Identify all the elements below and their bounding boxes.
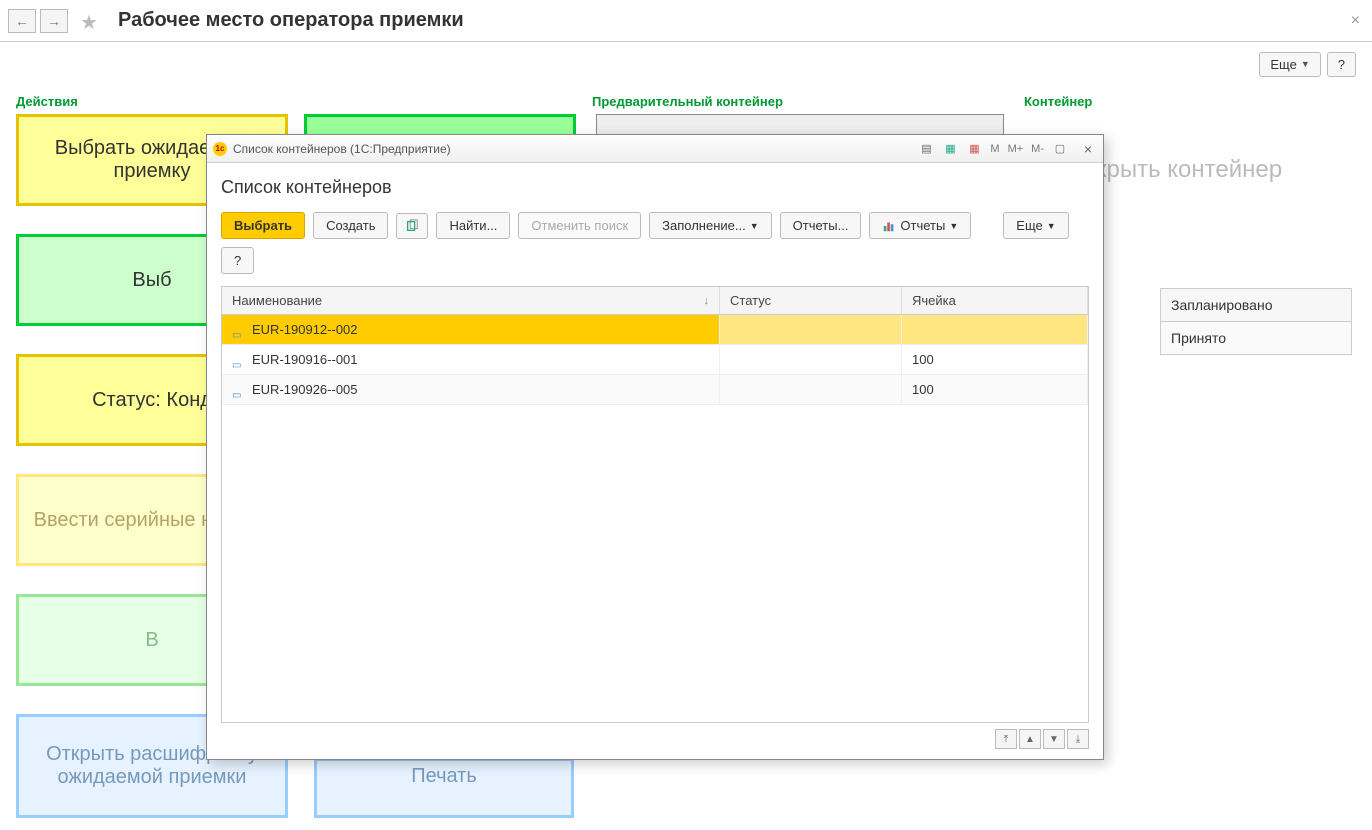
doc-icon[interactable]: ▤ — [917, 140, 935, 158]
table-row[interactable]: EUR-190926--005 100 — [222, 375, 1088, 405]
cell-name: EUR-190916--001 — [252, 352, 358, 367]
precontainer-input[interactable] — [596, 114, 1004, 136]
caret-down-icon: ▼ — [750, 221, 759, 231]
top-bar: ← → ★ Рабочее место оператора приемки × — [0, 0, 1372, 42]
col-container-header: Контейнер — [1024, 94, 1092, 109]
col-actions-header: Действия — [16, 94, 78, 109]
dialog-heading: Список контейнеров — [221, 177, 1089, 198]
tile-label: Печать — [411, 765, 477, 788]
dialog-title-text: Список контейнеров (1С:Предприятие) — [233, 142, 451, 156]
dialog-more-button[interactable]: Еще ▼ — [1003, 212, 1068, 239]
caret-down-icon: ▼ — [1301, 59, 1310, 69]
1c-logo-icon: 1c — [213, 142, 227, 156]
rt-planned: Запланировано — [1161, 289, 1351, 322]
th-status-label: Статус — [730, 293, 771, 308]
cell-name: EUR-190926--005 — [252, 382, 358, 397]
scroll-up-button[interactable]: ▲ — [1019, 729, 1041, 749]
calendar31-icon[interactable]: ▦ — [965, 140, 983, 158]
reports2-button-label: Отчеты — [900, 218, 945, 233]
fill-button[interactable]: Заполнение... ▼ — [649, 212, 772, 239]
caret-down-icon: ▼ — [1047, 221, 1056, 231]
calendar-icon[interactable]: ▦ — [941, 140, 959, 158]
more-button[interactable]: Еще ▼ — [1259, 52, 1320, 77]
dialog-help-button[interactable]: ? — [221, 247, 254, 274]
reports2-button[interactable]: Отчеты ▼ — [869, 212, 971, 239]
dialog-footer: ⤒ ▲ ▼ ⤓ — [221, 723, 1089, 749]
chart-icon — [882, 219, 896, 233]
create-button[interactable]: Создать — [313, 212, 388, 239]
copy-button[interactable] — [396, 213, 428, 239]
select-button[interactable]: Выбрать — [221, 212, 305, 239]
calc-m-button[interactable]: M — [990, 143, 999, 155]
right-summary-table: Запланировано Принято — [1160, 288, 1352, 355]
th-cell-label: Ячейка — [912, 293, 956, 308]
table-row[interactable]: EUR-190912--002 — [222, 315, 1088, 345]
dialog-close-icon[interactable]: × — [1079, 140, 1097, 158]
scroll-bottom-button[interactable]: ⤓ — [1067, 729, 1089, 749]
table-header: Наименование ↓ Статус Ячейка — [222, 287, 1088, 315]
scroll-down-button[interactable]: ▼ — [1043, 729, 1065, 749]
dialog-body: Список контейнеров Выбрать Создать Найти… — [207, 163, 1103, 759]
page-close-icon[interactable]: × — [1351, 12, 1360, 30]
tile-label: Статус: Конд — [92, 389, 212, 412]
tile-print: Печать — [314, 758, 574, 818]
dialog-help-label: ? — [234, 253, 241, 268]
row-icon — [232, 326, 244, 334]
help-button-label: ? — [1338, 57, 1345, 72]
th-name-label: Наименование — [232, 293, 322, 308]
calc-mplus-button[interactable]: M+ — [1008, 143, 1024, 155]
nav-forward-button[interactable]: → — [40, 9, 68, 33]
rt-accepted: Принято — [1161, 322, 1351, 354]
sub-bar: Еще ▼ ? — [0, 42, 1372, 86]
fill-button-label: Заполнение... — [662, 218, 746, 233]
nav-back-button[interactable]: ← — [8, 9, 36, 33]
sort-down-icon: ↓ — [704, 295, 710, 307]
container-table: Наименование ↓ Статус Ячейка EUR-190912-… — [221, 286, 1089, 723]
find-button-label: Найти... — [449, 218, 497, 233]
reports-button-label: Отчеты... — [793, 218, 849, 233]
calc-mminus-button[interactable]: M- — [1031, 143, 1044, 155]
caret-down-icon: ▼ — [949, 221, 958, 231]
container-list-dialog: 1c Список контейнеров (1С:Предприятие) ▤… — [206, 134, 1104, 760]
cell-cell: 100 — [912, 352, 934, 367]
tile-label: Выб — [132, 269, 171, 292]
more-button-label: Еще — [1270, 57, 1296, 72]
open-container-label-partial: крыть контейнер — [1096, 156, 1282, 184]
window-maximize-icon[interactable]: ▢ — [1051, 140, 1069, 158]
find-button[interactable]: Найти... — [436, 212, 510, 239]
table-body: EUR-190912--002 EUR-190916--001 100 EUR-… — [222, 315, 1088, 722]
scroll-top-button[interactable]: ⤒ — [995, 729, 1017, 749]
th-cell[interactable]: Ячейка — [902, 287, 1088, 314]
table-row[interactable]: EUR-190916--001 100 — [222, 345, 1088, 375]
th-status[interactable]: Статус — [720, 287, 902, 314]
page-title: Рабочее место оператора приемки — [118, 9, 464, 32]
row-icon — [232, 356, 244, 364]
column-headers: Действия Предварительный контейнер Конте… — [16, 94, 1356, 114]
select-button-label: Выбрать — [234, 218, 292, 233]
th-name[interactable]: Наименование ↓ — [222, 287, 720, 314]
row-icon — [232, 386, 244, 394]
cancel-search-button: Отменить поиск — [518, 212, 641, 239]
tile-label: В — [145, 629, 158, 652]
create-button-label: Создать — [326, 218, 375, 233]
dialog-more-label: Еще — [1016, 218, 1042, 233]
copy-icon — [405, 219, 419, 233]
help-button[interactable]: ? — [1327, 52, 1356, 77]
cell-cell: 100 — [912, 382, 934, 397]
favorite-star-icon[interactable]: ★ — [80, 10, 102, 32]
reports-button[interactable]: Отчеты... — [780, 212, 862, 239]
col-precontainer-header: Предварительный контейнер — [592, 94, 783, 109]
cancel-search-label: Отменить поиск — [531, 218, 628, 233]
dialog-toolbar: Выбрать Создать Найти... Отменить поиск … — [221, 212, 1089, 274]
dialog-titlebar[interactable]: 1c Список контейнеров (1С:Предприятие) ▤… — [207, 135, 1103, 163]
cell-name: EUR-190912--002 — [252, 322, 358, 337]
